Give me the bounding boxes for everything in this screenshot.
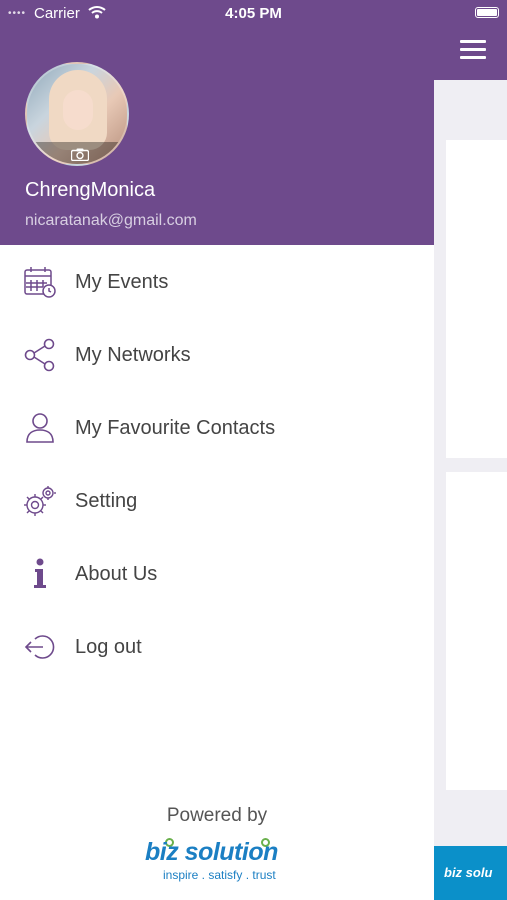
menu-item-label: My Events [75, 271, 169, 293]
menu-item-label: My Networks [75, 344, 191, 366]
menu-item-setting[interactable]: Setting [0, 465, 434, 538]
bottom-banner[interactable]: biz solu [434, 846, 507, 900]
menu-hamburger-button[interactable] [460, 40, 486, 62]
status-bar: •••• Carrier 4:05 PM [0, 0, 507, 28]
logo-brand: biz solution [145, 838, 278, 866]
calendar-icon [24, 267, 56, 298]
powered-by-text: Powered by [166, 805, 268, 826]
change-photo-strip[interactable] [27, 142, 127, 164]
user-name: ChrengMonica [25, 179, 156, 201]
biz-solution-logo: biz solution inspire . satisfy . trust [145, 838, 305, 888]
info-icon [34, 558, 46, 588]
menu-item-label: My Favourite Contacts [75, 417, 276, 439]
menu-item-my-events[interactable]: My Events [0, 246, 434, 319]
menu-item-label: Log out [75, 636, 142, 658]
menu-item-label: Setting [75, 490, 138, 512]
logout-icon [24, 635, 55, 659]
menu-item-label: About Us [75, 563, 158, 585]
camera-icon[interactable] [71, 148, 89, 161]
menu-item-my-networks[interactable]: My Networks [0, 319, 434, 392]
menu-item-log-out[interactable]: Log out [0, 611, 434, 684]
navigation-drawer: ChrengMonica nicaratanak@gmail.com My Ev… [0, 0, 434, 900]
logo-tagline: inspire . satisfy . trust [163, 868, 276, 882]
content-card[interactable] [446, 472, 507, 790]
share-icon [24, 338, 55, 372]
content-card[interactable] [446, 140, 507, 458]
avatar[interactable] [25, 62, 129, 166]
gear-icon [24, 486, 56, 516]
person-icon [26, 413, 54, 443]
menu-item-about-us[interactable]: About Us [0, 538, 434, 611]
clock: 4:05 PM [225, 5, 282, 22]
profile-header: ChrengMonica nicaratanak@gmail.com [0, 0, 434, 245]
user-email: nicaratanak@gmail.com [25, 212, 197, 229]
battery-icon [475, 7, 499, 18]
menu-item-my-favourite-contacts[interactable]: My Favourite Contacts [0, 392, 434, 465]
banner-text: biz solu [444, 865, 493, 880]
